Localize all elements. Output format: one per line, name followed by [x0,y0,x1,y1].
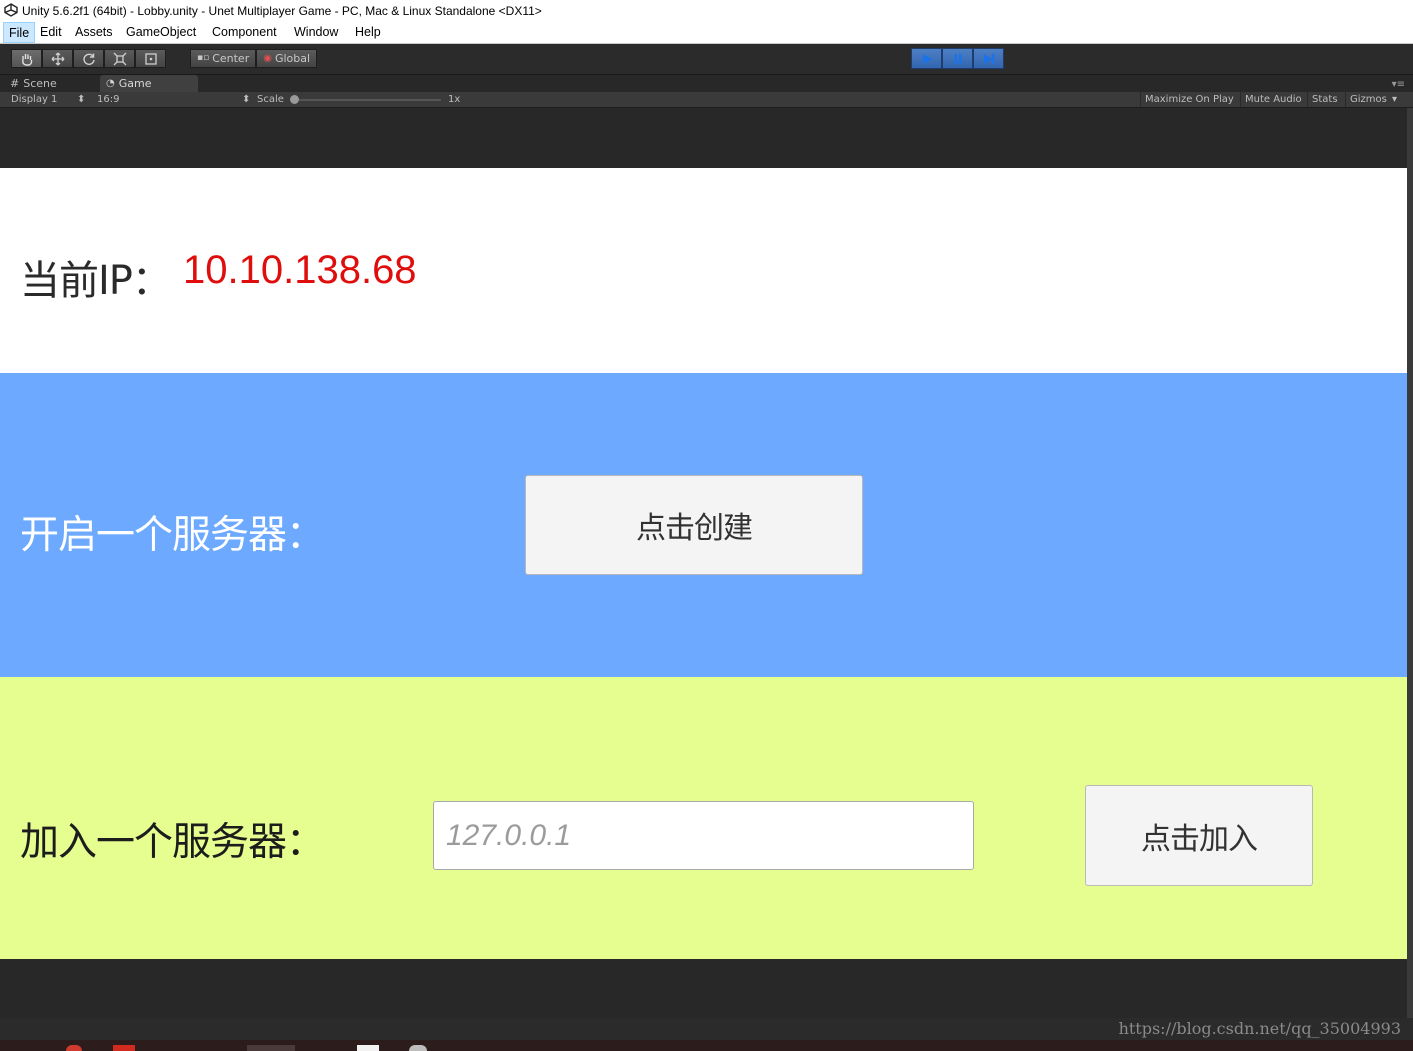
current-ip-label: 当前IP： [20,258,172,304]
taskbar-app-icon[interactable] [409,1045,427,1051]
menu-help[interactable]: Help [350,22,386,43]
window-title-bar: Unity 5.6.2f1 (64bit) - Lobby.unity - Un… [0,0,1413,22]
rect-tool-button[interactable] [135,49,166,68]
menu-window[interactable]: Window [289,22,343,43]
stats-toggle[interactable]: Stats [1307,92,1342,107]
pivot-label: Center [212,52,250,65]
main-toolbar: ▪▫ Center ◉ Global [0,44,1413,75]
taskbar-app-icon[interactable] [113,1045,135,1051]
menu-component[interactable]: Component [207,22,282,43]
os-taskbar [0,1040,1413,1051]
unity-logo-icon [4,3,18,17]
gizmos-arrow-icon: ▾ [1392,94,1398,105]
move-icon [51,52,64,65]
rotate-icon [82,53,95,65]
taskbar-app-icon[interactable] [66,1045,82,1051]
menu-edit[interactable]: Edit [35,22,67,43]
scale-label: Scale [257,94,284,105]
view-tab-bar: # Scene ◔ Game ▾≡ [0,75,1413,92]
move-tool-button[interactable] [42,49,73,68]
taskbar-active-app-icon[interactable] [247,1045,295,1051]
create-server-label: 开启一个服务器： [20,513,325,558]
pivot-center-button[interactable]: ▪▫ Center [190,49,257,68]
right-edge-strip [1407,108,1413,1018]
menu-gameobject[interactable]: GameObject [121,22,201,43]
scale-icon [113,52,126,65]
game-view-controls: Display 1 ⬍ 16:9 ⬍ Scale 1x Maximize On … [0,92,1413,108]
mute-audio-toggle[interactable]: Mute Audio [1240,92,1306,107]
menu-bar: File Edit Assets GameObject Component Wi… [0,22,1413,44]
rotate-tool-button[interactable] [73,49,104,68]
window-title: Unity 5.6.2f1 (64bit) - Lobby.unity - Un… [22,4,542,18]
scale-slider-track[interactable] [291,99,441,101]
play-icon [922,53,932,64]
play-controls [911,48,1004,69]
display-dropdown-arrow-icon: ⬍ [77,94,86,105]
menu-assets[interactable]: Assets [70,22,118,43]
create-server-panel: 开启一个服务器： 点击创建 [0,373,1407,677]
tab-scene-label: Scene [23,77,57,90]
step-button[interactable] [973,48,1004,69]
current-ip-value: 10.10.138.68 [183,248,417,292]
create-server-button[interactable]: 点击创建 [525,475,863,575]
gizmos-dropdown[interactable]: Gizmos [1345,92,1391,107]
pause-button[interactable] [942,48,973,69]
game-view: 当前IP： 10.10.138.68 开启一个服务器： 点击创建 加入一个服务器… [0,108,1407,1018]
menu-file[interactable]: File [3,22,36,43]
tab-menu-icon[interactable]: ▾≡ [1392,79,1405,90]
hand-icon [21,53,32,66]
transform-tools [11,49,166,68]
join-server-panel: 加入一个服务器： 127.0.0.1 点击加入 [0,677,1407,959]
watermark: https://blog.csdn.net/qq_35004993 [1118,1019,1401,1038]
scale-tool-button[interactable] [104,49,135,68]
aspect-dropdown-arrow-icon: ⬍ [242,94,251,105]
display-dropdown[interactable]: Display 1 [11,92,57,107]
play-button[interactable] [911,48,942,69]
step-icon [983,53,994,64]
globe-icon: ◉ [263,53,272,64]
tab-scene[interactable]: # Scene [4,75,96,92]
scale-value: 1x [448,94,461,105]
server-ip-input[interactable]: 127.0.0.1 [433,801,974,870]
pause-icon [954,53,961,64]
join-server-button[interactable]: 点击加入 [1085,785,1313,886]
pivot-tools: ▪▫ Center ◉ Global [190,49,318,68]
rect-icon [144,52,157,65]
aspect-dropdown[interactable]: 16:9 [97,92,119,107]
scene-grid-icon: # [10,77,20,90]
taskbar-app-icon[interactable] [357,1045,379,1051]
hand-tool-button[interactable] [11,49,42,68]
scale-slider-handle[interactable] [290,95,299,104]
game-pacman-icon: ◔ [106,78,115,89]
tab-game-label: Game [118,77,152,90]
ip-panel: 当前IP： 10.10.138.68 [0,168,1407,373]
space-label: Global [274,52,311,65]
pivot-global-button[interactable]: ◉ Global [256,49,318,68]
pivot-icon: ▪▫ [197,53,210,63]
join-server-label: 加入一个服务器： [20,820,325,865]
tab-game[interactable]: ◔ Game [100,75,198,92]
maximize-on-play-toggle[interactable]: Maximize On Play [1140,92,1238,107]
